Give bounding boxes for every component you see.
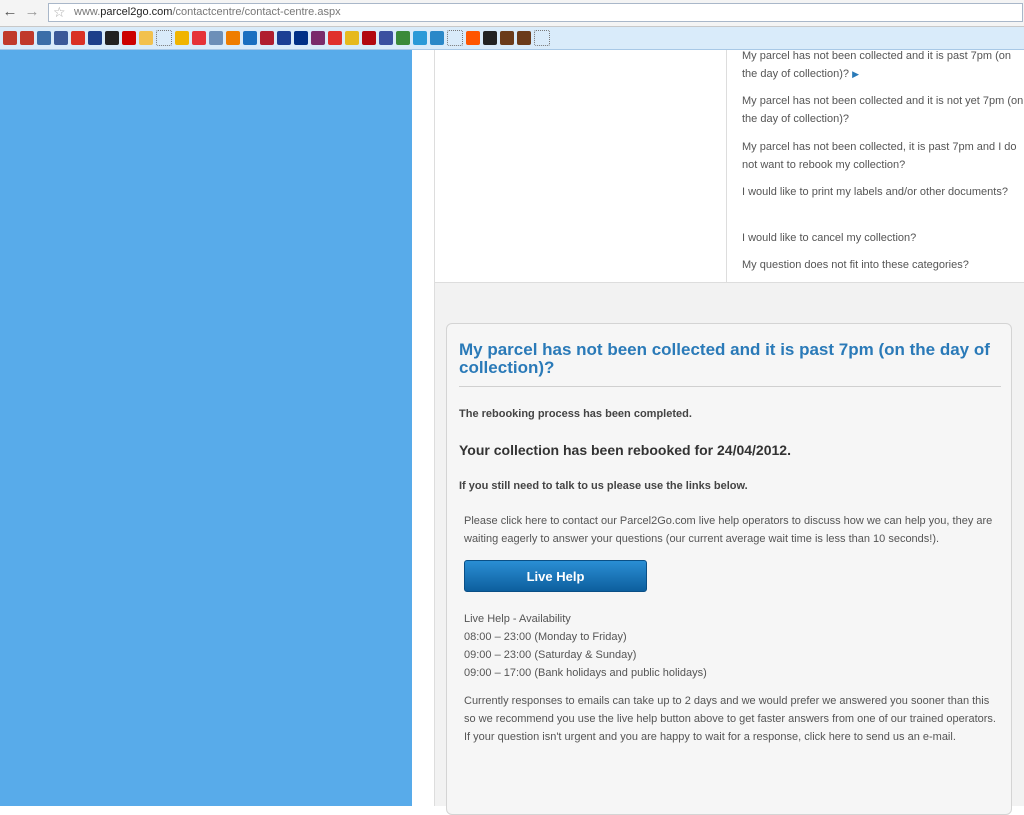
faq-divider <box>726 50 727 282</box>
bookmark-check-icon[interactable] <box>430 31 444 45</box>
arrow-right-icon: → <box>24 3 40 20</box>
main-content: My parcel has not been collected and it … <box>412 50 1024 815</box>
faq-item-label: My parcel has not been collected, it is … <box>742 141 1017 171</box>
live-help-description: Please click here to contact our Parcel2… <box>464 515 993 545</box>
bookmark-arrow-icon[interactable] <box>3 31 17 45</box>
faq-item-label: I would like to print my labels and/or o… <box>742 186 1008 198</box>
panel-title: My parcel has not been collected and it … <box>459 340 990 377</box>
back-button[interactable]: ← <box>2 4 18 20</box>
faq-item-past-7pm[interactable]: My parcel has not been collected and it … <box>742 47 1024 83</box>
bookmark-person-icon[interactable] <box>311 31 325 45</box>
url-input[interactable]: ☆ www.parcel2go.com/contactcentre/contac… <box>48 3 1023 22</box>
faq-item-cancel[interactable]: I would like to cancel my collection? <box>742 229 1024 247</box>
bookmark-page-icon[interactable] <box>139 31 153 45</box>
availability-heading: Live Help - Availability <box>464 613 571 625</box>
bookmark-blue-icon[interactable] <box>243 31 257 45</box>
answer-panel: My parcel has not been collected and it … <box>446 323 1012 815</box>
bookmark-arrow-icon[interactable] <box>20 31 34 45</box>
live-help-button[interactable]: Live Help <box>464 560 647 592</box>
bookmark-red-icon[interactable] <box>260 31 274 45</box>
bookmark-blank-icon[interactable] <box>156 30 172 46</box>
faq-item-not-yet-7pm[interactable]: My parcel has not been collected and it … <box>742 92 1024 128</box>
star-icon[interactable]: ☆ <box>53 4 66 21</box>
bookmark-blackbox-icon[interactable] <box>105 31 119 45</box>
url-prefix: www. <box>74 6 101 18</box>
bookmark-smiley-icon[interactable] <box>175 31 189 45</box>
soundcloud-icon[interactable] <box>466 31 480 45</box>
still-need-text: If you still need to talk to us please u… <box>459 480 748 492</box>
rebook-date-text: Your collection has been rebooked for 24… <box>459 442 791 458</box>
arrow-left-icon: ← <box>2 3 18 20</box>
availability-list: Live Help - Availability 08:00 – 23:00 (… <box>464 610 707 682</box>
bookmark-hand-icon[interactable] <box>88 31 102 45</box>
bookmark-brown-icon[interactable] <box>500 31 514 45</box>
youtube-icon[interactable] <box>122 31 136 45</box>
facebook-icon[interactable] <box>54 31 68 45</box>
netflix-icon[interactable] <box>362 31 376 45</box>
faq-item-label: My question does not fit into these cate… <box>742 259 969 271</box>
ebay-icon[interactable] <box>192 31 206 45</box>
bookmark-brown-icon[interactable] <box>517 31 531 45</box>
faq-item-label: My parcel has not been collected and it … <box>742 50 1012 80</box>
paypal-icon[interactable] <box>294 31 308 45</box>
faq-item-no-rebook[interactable]: My parcel has not been collected, it is … <box>742 138 1024 174</box>
bookmark-s-icon[interactable] <box>328 31 342 45</box>
bookmark-drop-icon[interactable] <box>413 31 427 45</box>
caret-right-icon: ▶ <box>852 69 859 79</box>
title-divider <box>459 386 1001 387</box>
faq-item-other[interactable]: My question does not fit into these cate… <box>742 256 1024 274</box>
bookmark-doc-icon[interactable] <box>209 31 223 45</box>
availability-weekdays: 08:00 – 23:00 (Monday to Friday) <box>464 631 627 643</box>
address-bar: ← → ☆ www.parcel2go.com/contactcentre/co… <box>0 0 1024 27</box>
faq-item-label: My parcel has not been collected and it … <box>742 95 1024 125</box>
faq-item-label: I would like to cancel my collection? <box>742 232 917 244</box>
bookmark-gem-icon[interactable] <box>379 31 393 45</box>
url-path: /contactcentre/contact-centre.aspx <box>172 6 341 18</box>
url-text: www.parcel2go.com/contactcentre/contact-… <box>74 6 341 18</box>
url-domain: parcel2go.com <box>100 6 173 18</box>
bookmark-ba-icon[interactable] <box>277 31 291 45</box>
imdb-icon[interactable] <box>345 31 359 45</box>
gmail-icon[interactable] <box>71 31 85 45</box>
rebook-status-text: The rebooking process has been completed… <box>459 408 692 420</box>
forward-button[interactable]: → <box>24 4 40 20</box>
bookmark-car-icon[interactable] <box>396 31 410 45</box>
email-info-text: Currently responses to emails can take u… <box>464 695 996 743</box>
bookmark-orange-icon[interactable] <box>226 31 240 45</box>
faq-table: My parcel has not been collected and it … <box>434 50 1024 283</box>
availability-weekend: 09:00 – 23:00 (Saturday & Sunday) <box>464 649 637 661</box>
availability-holidays: 09:00 – 17:00 (Bank holidays and public … <box>464 667 707 679</box>
left-background-panel <box>0 50 412 806</box>
bookmark-blank-icon[interactable] <box>534 30 550 46</box>
bookmark-circle-icon[interactable] <box>483 31 497 45</box>
faq-item-print-labels[interactable]: I would like to print my labels and/or o… <box>742 183 1024 201</box>
bookmark-af-icon[interactable] <box>37 31 51 45</box>
bookmark-blank-icon[interactable] <box>447 30 463 46</box>
